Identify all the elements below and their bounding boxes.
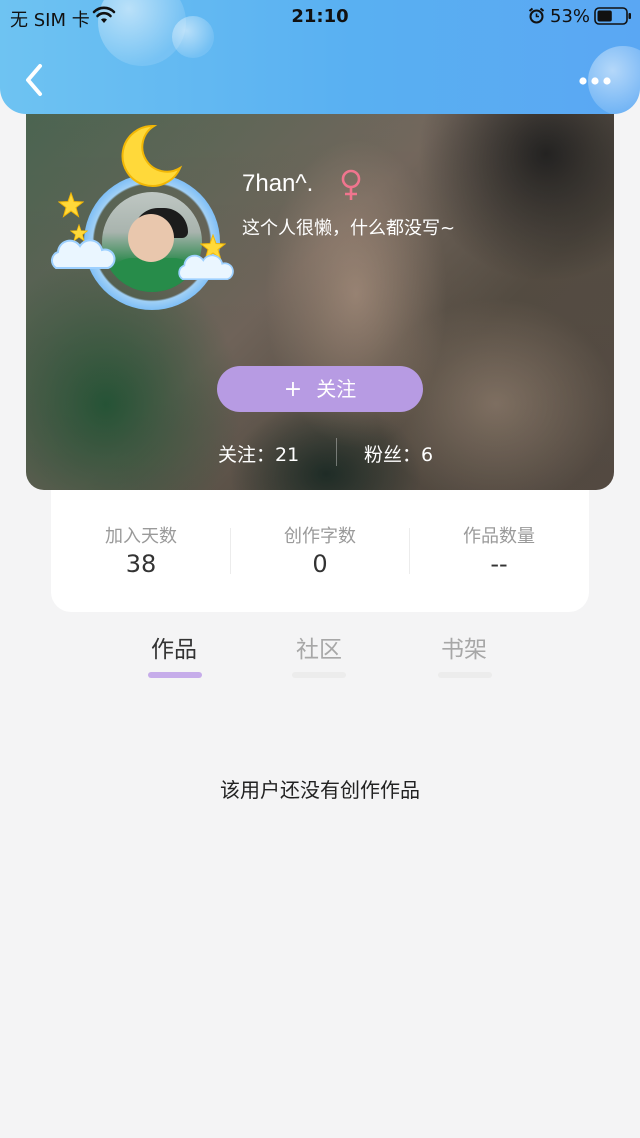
follow-stats: 关注：21 粉丝：6 bbox=[26, 438, 614, 468]
moon-icon bbox=[121, 124, 183, 187]
female-icon bbox=[341, 169, 361, 200]
cloud-icon bbox=[178, 254, 234, 281]
following-count[interactable]: 关注：21 bbox=[218, 440, 299, 467]
header-bar: 无 SIM 卡 21:10 53% bbox=[0, 0, 640, 114]
stat-join-days: 加入天数 38 bbox=[51, 522, 231, 578]
follow-button[interactable]: + 关注 bbox=[217, 366, 423, 412]
tab-indicator bbox=[438, 672, 492, 678]
stat-value: 38 bbox=[125, 550, 157, 578]
profile-card: 7han^. 这个人很懒，什么都没写~ + 关注 关注：21 粉丝：6 bbox=[26, 104, 614, 490]
avatar-face bbox=[128, 214, 174, 262]
stat-value: 0 bbox=[312, 550, 328, 578]
stat-label: 作品数量 bbox=[463, 526, 535, 547]
battery-icon bbox=[594, 7, 631, 25]
empty-state-message: 该用户还没有创作作品 bbox=[220, 778, 420, 802]
tab-works[interactable]: 作品 bbox=[124, 630, 224, 664]
stat-value: -- bbox=[490, 550, 508, 578]
stat-works-count: 作品数量 -- bbox=[409, 522, 589, 578]
star-icon bbox=[58, 192, 84, 218]
more-button[interactable] bbox=[570, 66, 620, 96]
status-bar: 无 SIM 卡 21:10 53% bbox=[0, 0, 640, 34]
avatar[interactable] bbox=[44, 120, 234, 310]
username: 7han^. bbox=[242, 170, 314, 197]
back-button[interactable] bbox=[16, 60, 52, 100]
battery-percent: 53% bbox=[550, 6, 591, 27]
alarm-icon bbox=[528, 7, 545, 24]
plus-icon: + bbox=[283, 377, 303, 402]
tab-indicator bbox=[292, 672, 346, 678]
fans-count[interactable]: 粉丝：6 bbox=[364, 440, 433, 467]
user-bio: 这个人很懒，什么都没写~ bbox=[242, 218, 456, 239]
user-stats-card: 加入天数 38 创作字数 0 作品数量 -- bbox=[51, 484, 589, 612]
tab-indicator-active bbox=[148, 672, 202, 678]
tab-community[interactable]: 社区 bbox=[269, 630, 369, 664]
tab-bookshelf[interactable]: 书架 bbox=[414, 630, 514, 664]
stats-divider bbox=[336, 438, 337, 466]
cloud-icon bbox=[51, 239, 116, 269]
stat-label: 创作字数 bbox=[284, 526, 356, 547]
follow-button-label: 关注 bbox=[316, 377, 357, 401]
stat-word-count: 创作字数 0 bbox=[230, 522, 410, 578]
stat-label: 加入天数 bbox=[105, 526, 177, 547]
